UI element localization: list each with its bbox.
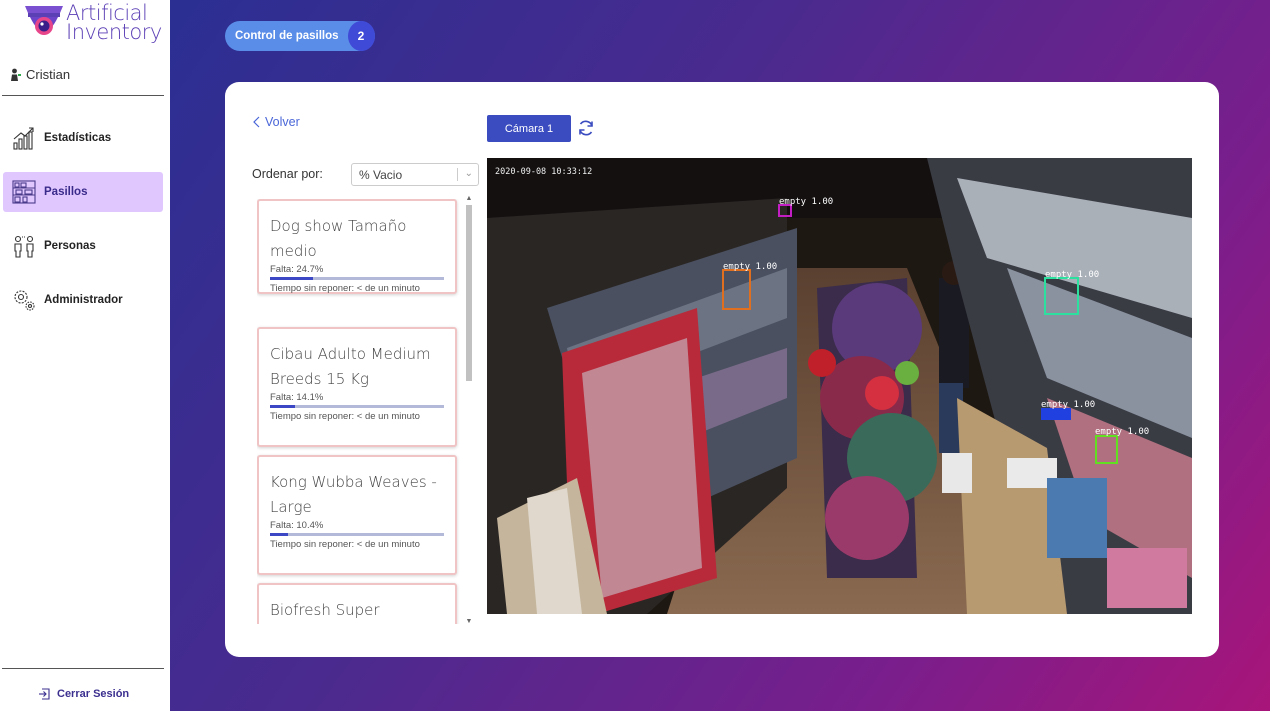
main-area: Control de pasillos 2 Volver Ordenar por… (170, 0, 1270, 711)
sort-select[interactable]: % Vacio ⌄ (351, 163, 479, 186)
app-logo: Artificial Inventory (22, 2, 162, 46)
scroll-thumb[interactable] (466, 205, 472, 381)
detection-label: empty 1.00 (1095, 427, 1150, 437)
sidebar-nav: Estadísticas Pasillos Personas Administr… (3, 118, 163, 334)
chevron-left-icon (253, 116, 260, 128)
missing-bar (270, 277, 444, 280)
detection-label: empty 1.00 (723, 262, 778, 272)
logo-text: Artificial Inventory (66, 1, 162, 44)
detection-label: empty 1.00 (1045, 270, 1100, 280)
user-icon (11, 68, 21, 81)
logout-button[interactable]: Cerrar Sesión (38, 688, 129, 700)
camera-timestamp: 2020-09-08 10:33:12 (495, 167, 593, 177)
sort-label: Ordenar por: (252, 167, 323, 181)
sidebar-item-personas[interactable]: Personas (3, 226, 163, 266)
list-scrollbar[interactable]: ▲ ▼ (464, 195, 474, 625)
store-camera-image (487, 158, 1192, 614)
page-title-pill: Control de pasillos 2 (225, 21, 375, 51)
back-link[interactable]: Volver (253, 115, 300, 129)
missing-bar (270, 533, 444, 536)
page-title: Control de pasillos (235, 30, 339, 42)
scroll-up-icon[interactable]: ▲ (465, 195, 473, 202)
refresh-icon[interactable] (576, 118, 596, 138)
user-name: Cristian (10, 67, 70, 82)
gears-icon (12, 288, 36, 312)
sidebar: Artificial Inventory Cristian Estadístic… (0, 0, 170, 711)
sidebar-item-administrador[interactable]: Administrador (3, 280, 163, 320)
list-item[interactable]: Kong Wubba Weaves - Large Falta: 10.4% T… (257, 455, 457, 575)
detection-label: empty 1.00 (1041, 400, 1096, 410)
missing-bar (270, 405, 444, 408)
list-item[interactable]: Dog show Tamaño medio Falta: 24.7% Tiemp… (257, 199, 457, 294)
camera-logo-icon (25, 6, 63, 35)
camera-button[interactable]: Cámara 1 (487, 115, 571, 142)
chevron-down-icon: ⌄ (464, 168, 473, 179)
logout-divider (2, 668, 164, 669)
logout-icon (39, 688, 50, 700)
shelves-icon (12, 180, 36, 204)
detection-label: empty 1.00 (779, 197, 834, 207)
scroll-down-icon[interactable]: ▼ (465, 618, 473, 625)
people-icon (12, 234, 36, 258)
chart-icon (12, 126, 36, 150)
sidebar-item-pasillos[interactable]: Pasillos (3, 172, 163, 212)
aisle-count-badge: 2 (347, 21, 375, 51)
content-card: Volver Ordenar por: % Vacio ⌄ Dog show T… (225, 82, 1219, 657)
sidebar-item-estadisticas[interactable]: Estadísticas (3, 118, 163, 158)
list-item[interactable]: Biofresh Super Premium para Gatitos Cach… (257, 583, 457, 624)
product-list: Dog show Tamaño medio Falta: 24.7% Tiemp… (257, 199, 467, 624)
user-divider (2, 95, 164, 96)
camera-feed: 2020-09-08 10:33:12 empty 1.00 empty 1.0… (487, 158, 1192, 614)
list-item[interactable]: Cibau Adulto Medium Breeds 15 Kg Falta: … (257, 327, 457, 447)
